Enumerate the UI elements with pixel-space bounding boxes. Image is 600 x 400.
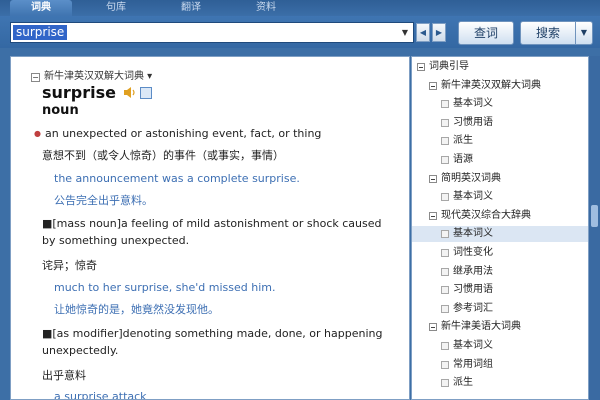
tree-item-label: 简明英汉词典 [441,172,501,184]
tree-item-label: 现代英汉综合大辞典 [441,209,531,221]
tree-item-0-3[interactable]: 语源 [412,152,588,168]
dictionary-header[interactable]: − 新牛津英汉双解大词典 ▾ [31,67,152,82]
scrollbar[interactable] [589,56,600,400]
tree-group-2[interactable]: 现代英汉综合大辞典 [412,208,588,224]
dictionary-guide-tree: 词典引导 新牛津英汉双解大词典 基本词义 习惯用语 派生 语源 简明英汉词典 基本词义 现代英汉… [411,56,589,400]
tree-leaf-icon [441,304,449,313]
tree-item-label: 习惯用语 [453,284,493,296]
tree-item-2-4[interactable]: 参考词汇 [412,301,588,317]
example-2-chinese: 让她惊奇的是，她竟然没发现他。 [54,303,219,316]
search-toolbar: surprise ▼ ◀ ▶ 查词 搜索 ▼ [0,16,600,48]
tab-sentences[interactable]: 句库 [85,0,147,16]
tree-item-0-1[interactable]: 习惯用语 [412,115,588,131]
search-box[interactable]: surprise ▼ [10,22,414,43]
speaker-icon[interactable] [123,86,137,99]
tree-leaf-icon [441,249,449,257]
tree-item-2-2[interactable]: 继承用法 [412,264,588,280]
example-3: a surprise attack [54,390,147,400]
tree-group-3[interactable]: 新牛津美语大词典 [412,319,588,335]
tree-item-label: 派生 [453,377,473,389]
headword: surprise [42,83,117,102]
tree-item-label: 基本词义 [453,228,493,240]
tree-leaf-icon [441,100,449,109]
tab-dictionary[interactable]: 词典 [10,0,72,16]
tree-item-3-1[interactable]: 常用词组 [412,357,588,373]
tree-collapse-icon[interactable] [417,63,425,71]
definition-2-chinese: 诧异；惊奇 [42,259,97,272]
definition-1-chinese: 意想不到（或令人惊奇）的事件（或事实，事情） [42,149,284,162]
tree-item-label: 参考词汇 [453,302,493,314]
example-1-chinese: 公告完全出乎意料。 [54,194,153,207]
tree-item-2-3[interactable]: 习惯用语 [412,282,588,298]
chevron-down-icon[interactable]: ▼ [399,26,411,39]
tree-item-3-0[interactable]: 基本词义 [412,338,588,354]
tab-resources[interactable]: 资料 [235,0,297,16]
tree-item-label: 词性变化 [453,247,493,258]
tab-translate[interactable]: 翻译 [160,0,222,16]
tree-leaf-icon [441,360,449,369]
definition-1: ● an unexpected or astonishing event, fac… [34,127,322,140]
tree-item-label: 词典引导 [429,61,469,72]
search-input[interactable]: surprise [13,25,68,40]
tree-leaf-icon [441,156,449,164]
tree-item-1-0[interactable]: 基本词义 [412,189,588,205]
tree-collapse-icon[interactable] [429,323,437,332]
tree-item-label: 新牛津美语大词典 [441,321,521,333]
definition-pane: − 新牛津英汉双解大词典 ▾ surprise noun ● an unexpect… [10,56,410,400]
tree-leaf-icon [441,267,449,276]
tree-collapse-icon[interactable] [429,81,437,90]
example-1: the announcement was a complete surprise… [54,172,300,185]
lookup-button[interactable]: 查词 [458,21,514,45]
book-icon[interactable] [140,87,152,99]
definition-3-chinese: 出乎意料 [42,369,86,382]
search-options-chevron-icon[interactable]: ▼ [575,21,593,45]
top-tab-bar: 词典 句库 翻译 资料 [0,0,600,16]
tree-group-0[interactable]: 新牛津英汉双解大词典 [412,78,588,94]
search-button[interactable]: 搜索 [520,21,576,45]
tree-leaf-icon [441,137,449,146]
tree-item-3-2[interactable]: 派生 [412,375,588,391]
tree-item-0-2[interactable]: 派生 [412,133,588,149]
forward-button[interactable]: ▶ [432,23,446,42]
tree-leaf-icon [441,193,449,202]
tree-collapse-icon[interactable] [429,174,437,183]
tree-item-label: 新牛津英汉双解大词典 [441,79,541,91]
scrollbar-thumb[interactable] [591,205,598,227]
tree-group-1[interactable]: 简明英汉词典 [412,171,588,187]
tree-item-2-1[interactable]: 词性变化 [412,245,588,261]
tree-leaf-icon [441,230,449,239]
back-button[interactable]: ◀ [416,23,430,42]
tree-item-2-0[interactable]: 基本词义 [412,226,588,243]
collapse-icon[interactable]: − [31,73,40,82]
tree-item-0-0[interactable]: 基本词义 [412,96,588,112]
tree-item-label: 语源 [453,154,473,165]
tree-leaf-icon [441,286,449,295]
tree-root[interactable]: 词典引导 [412,59,588,75]
example-2: much to her surprise, she'd missed him. [54,281,276,294]
definition-2: ■[mass noun]a feeling of mild astonishme… [42,217,382,247]
tree-item-label: 习惯用语 [453,116,493,128]
tree-item-label: 常用词组 [453,358,493,370]
tree-item-label: 基本词义 [453,98,493,110]
tree-item-label: 派生 [453,135,473,147]
tree-leaf-icon [441,118,449,127]
tree-leaf-icon [441,342,449,350]
definition-3: ■[as modifier]denoting something made, d… [42,327,383,357]
tree-item-label: 基本词义 [453,191,493,203]
tree-item-label: 基本词义 [453,340,493,351]
part-of-speech: noun [42,103,79,118]
tree-item-label: 继承用法 [453,265,493,277]
tree-collapse-icon[interactable] [429,211,437,220]
tree-leaf-icon [441,379,449,388]
